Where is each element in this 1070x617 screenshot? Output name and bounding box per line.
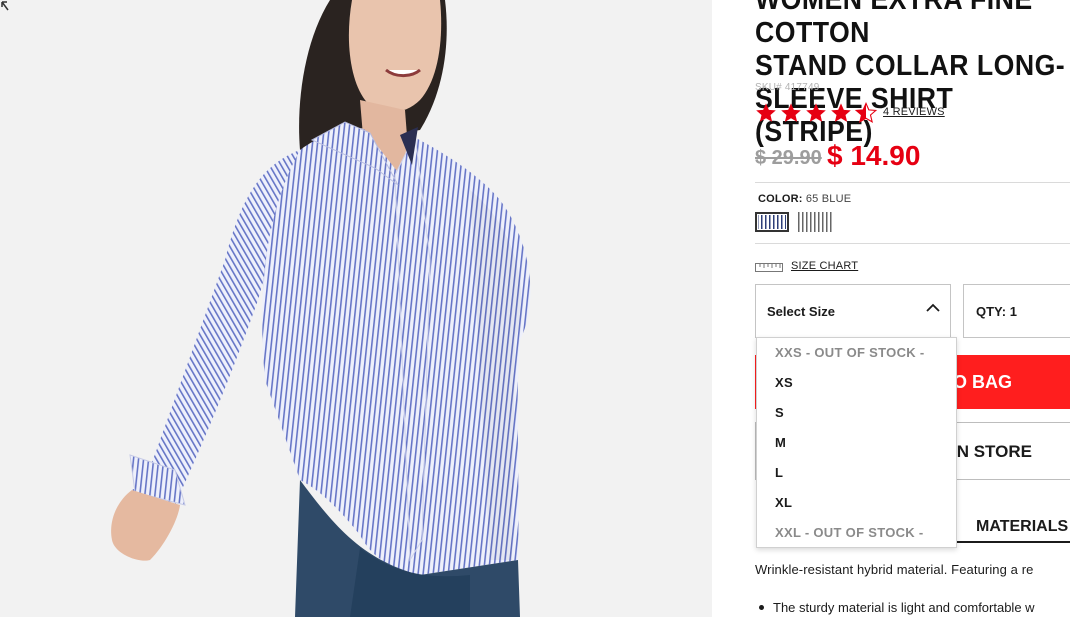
color-value: 65 BLUE <box>805 193 852 205</box>
tab-underline <box>957 541 1070 543</box>
ruler-icon <box>755 263 783 272</box>
divider <box>755 243 1070 244</box>
star-icon <box>831 103 851 122</box>
original-price: $ 29.90 <box>755 147 822 169</box>
size-option-s[interactable]: S <box>775 405 784 420</box>
sale-price: $ 14.90 <box>827 140 921 171</box>
color-label: COLOR: <box>758 193 803 205</box>
product-title: WOMEN EXTRA FINE COTTON STAND COLLAR LON… <box>755 0 1066 148</box>
size-option-m[interactable]: M <box>775 435 786 450</box>
quantity-label: QTY: 1 <box>976 304 1017 319</box>
star-icon <box>781 103 801 122</box>
size-option-xl[interactable]: XL <box>775 495 792 510</box>
product-sku: SKU# 417749 <box>755 82 820 93</box>
star-icon <box>756 103 776 122</box>
size-chart-label: SIZE CHART <box>791 260 859 272</box>
size-select-label: Select Size <box>767 304 835 319</box>
half-star-icon <box>854 102 878 124</box>
find-in-store-label: IN STORE <box>952 442 1032 461</box>
size-option-xxl: XXL - OUT OF STOCK - <box>775 525 924 540</box>
size-chart-link[interactable]: SIZE CHART <box>755 260 858 272</box>
color-swatch-selected[interactable] <box>755 212 789 232</box>
expand-icon[interactable] <box>0 0 16 14</box>
size-select[interactable]: Select Size <box>755 284 951 338</box>
quantity-select[interactable]: QTY: 1 <box>963 284 1070 338</box>
add-to-bag-label: O BAG <box>953 372 1013 392</box>
product-photo-illustration <box>111 0 531 617</box>
rating-stars <box>754 102 878 124</box>
divider <box>755 182 1070 183</box>
product-description: Wrinkle-resistant hybrid material. Featu… <box>755 562 1034 577</box>
color-swatch[interactable] <box>798 212 832 232</box>
color-label-row: COLOR: 65 BLUE <box>758 193 851 205</box>
star-icon <box>806 103 826 122</box>
size-dropdown-list: XXS - OUT OF STOCK - XS S M L XL XXL - O… <box>756 337 957 548</box>
chevron-up-icon <box>926 303 940 312</box>
tab-materials[interactable]: MATERIALS <box>976 518 1068 536</box>
size-option-xs[interactable]: XS <box>775 375 793 390</box>
product-image[interactable] <box>0 0 712 617</box>
feature-bullet: The sturdy material is light and comfort… <box>755 600 1070 615</box>
size-option-xxs: XXS - OUT OF STOCK - <box>775 345 925 360</box>
size-option-l[interactable]: L <box>775 465 783 480</box>
reviews-link[interactable]: 4 REVIEWS <box>883 106 945 118</box>
